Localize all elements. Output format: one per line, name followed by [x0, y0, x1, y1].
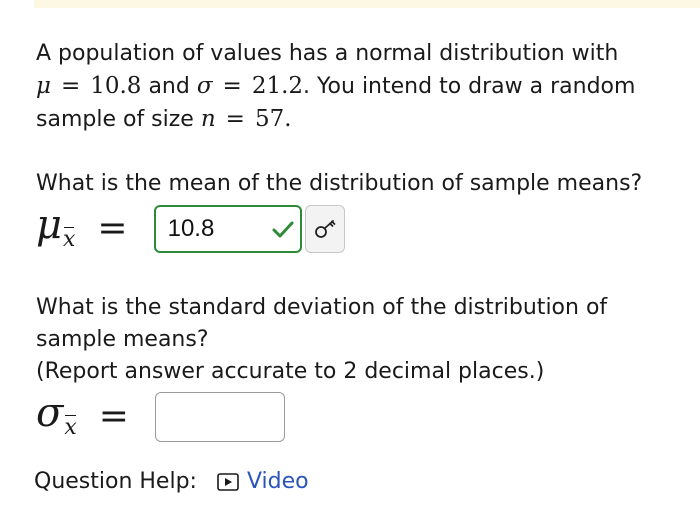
play-icon — [217, 472, 239, 491]
equals-sign: = — [222, 73, 242, 99]
part2-answer-row: σx = — [36, 391, 285, 443]
intro-line-1: A population of values has a normal dist… — [36, 38, 635, 70]
equals-sign: = — [98, 396, 129, 437]
mean-answer-value: 10.8 — [167, 215, 215, 242]
equals-sign: = — [225, 106, 245, 132]
std-dev-answer-field[interactable] — [154, 392, 285, 442]
check-icon — [272, 221, 294, 238]
video-link[interactable]: Video — [217, 469, 309, 494]
sigma-value: 21.2 — [251, 73, 304, 99]
xbar-subscript: x — [64, 414, 77, 440]
top-banner — [34, 0, 700, 8]
and-text: and — [148, 74, 190, 99]
part2-prompt-line-2: sample means? — [36, 327, 209, 352]
mean-answer-field[interactable]: 10.8 — [153, 205, 302, 253]
question-help: Question Help: Video — [34, 469, 309, 494]
key-button[interactable] — [304, 205, 345, 253]
period: . — [284, 106, 292, 132]
sigma-xbar-symbol: σ — [36, 390, 64, 436]
question-intro: A population of values has a normal dist… — [36, 38, 635, 136]
video-link-label: Video — [246, 469, 309, 494]
part2-prompt-line-1: What is the standard deviation of the di… — [36, 295, 608, 320]
part1-prompt: What is the mean of the distribution of … — [36, 171, 643, 196]
part1-answer-row: μx = 10.8 — [36, 203, 345, 255]
equals-sign: = — [97, 208, 128, 249]
n-value: 57 — [254, 106, 285, 132]
sigma-symbol: σ — [196, 73, 213, 99]
question-help-label: Question Help: — [34, 469, 197, 494]
xbar-subscript: x — [63, 226, 76, 252]
intro-line-3: sample of size n = 57. — [36, 103, 635, 136]
intro-line-2: μ = 10.8 and σ = 21.2. You intend to draw a … — [36, 70, 635, 103]
sample-text: sample of size — [36, 107, 194, 132]
part2-prompt: What is the standard deviation of the di… — [36, 292, 607, 388]
mu-xbar-symbol: μ — [36, 202, 62, 248]
key-icon — [314, 220, 335, 238]
mu-symbol: μ — [36, 73, 51, 99]
intro-suffix: . You intend to draw a random — [303, 74, 636, 99]
equals-sign: = — [60, 73, 81, 99]
n-symbol: n — [200, 106, 216, 132]
mu-value: 10.8 — [90, 73, 142, 99]
part2-prompt-line-3: (Report answer accurate to 2 decimal pla… — [36, 359, 545, 384]
intro-text: A population of values has a normal dist… — [36, 41, 619, 66]
